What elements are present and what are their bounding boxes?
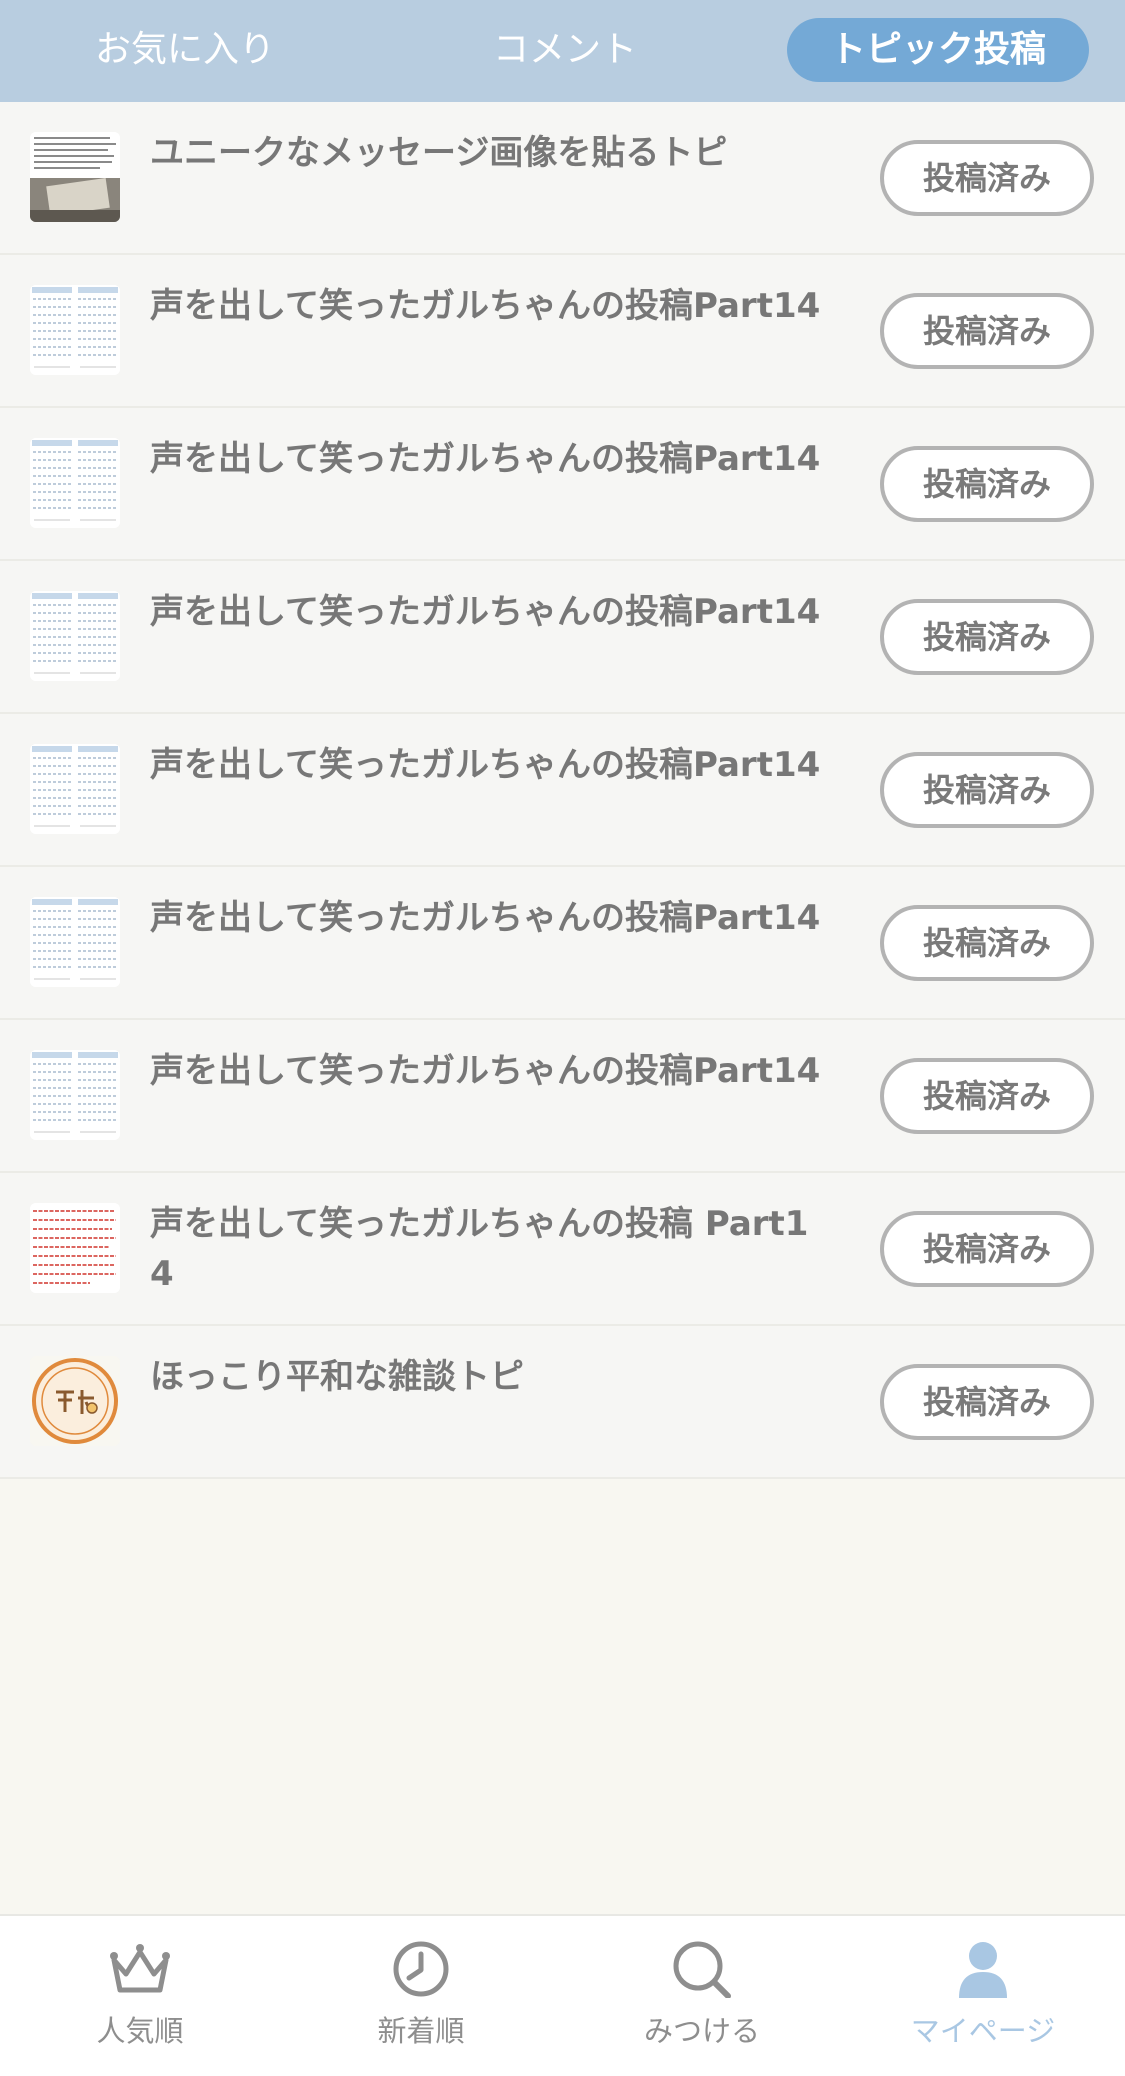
top-tab-bar: お気に入り コメント トピック投稿 xyxy=(0,0,1125,102)
topic-row[interactable]: 声を出して笑ったガルちゃんの投稿Part14 投稿済み xyxy=(0,561,1125,714)
posted-button[interactable]: 投稿済み xyxy=(880,446,1094,522)
clock-icon xyxy=(393,1941,449,1997)
nav-find-label: みつける xyxy=(643,2014,760,2048)
topic-row[interactable]: 声を出して笑ったガルちゃんの投稿Part14 投稿済み xyxy=(0,714,1125,867)
posted-button[interactable]: 投稿済み xyxy=(880,905,1094,981)
nav-popular-label: 人気順 xyxy=(96,2014,184,2048)
nav-mypage-label: マイページ xyxy=(910,2014,1056,2048)
topic-thumbnail xyxy=(30,285,120,375)
topic-thumbnail xyxy=(30,438,120,528)
posted-button[interactable]: 投稿済み xyxy=(880,599,1094,675)
posted-button[interactable]: 投稿済み xyxy=(880,293,1094,369)
posted-button[interactable]: 投稿済み xyxy=(880,1364,1094,1440)
topic-row[interactable]: ユニークなメッセージ画像を貼るトピ 投稿済み xyxy=(0,102,1125,255)
topic-thumbnail xyxy=(30,1203,120,1293)
topic-row[interactable]: ほっこり平和な雑談トピ 投稿済み xyxy=(0,1326,1125,1479)
topic-thumbnail xyxy=(30,1050,120,1140)
bottom-navigation: 人気順 新着順 みつける マイページ xyxy=(0,1914,1125,2076)
topic-thumbnail xyxy=(30,744,120,834)
topic-title[interactable]: 声を出して笑ったガルちゃんの投稿Part14 xyxy=(150,1046,830,1096)
topic-thumbnail xyxy=(30,897,120,987)
topic-row[interactable]: 声を出して笑ったガルちゃんの投稿Part14 投稿済み xyxy=(0,255,1125,408)
topic-title[interactable]: 声を出して笑ったガルちゃんの投稿Part14 xyxy=(150,740,830,790)
topic-title[interactable]: ユニークなメッセージ画像を貼るトピ xyxy=(150,128,830,178)
nav-mypage[interactable]: マイページ xyxy=(873,1940,1093,2060)
search-icon xyxy=(673,1941,731,1998)
tab-comments[interactable]: コメント xyxy=(440,18,690,82)
topic-row[interactable]: 声を出して笑ったガルちゃんの投稿 Part14 投稿済み xyxy=(0,1173,1125,1326)
topic-title[interactable]: 声を出して笑ったガルちゃんの投稿 Part14 xyxy=(150,1199,830,1299)
topic-row[interactable]: 声を出して笑ったガルちゃんの投稿Part14 投稿済み xyxy=(0,1020,1125,1173)
topic-thumbnail xyxy=(30,1356,120,1446)
nav-newest[interactable]: 新着順 xyxy=(311,1940,531,2060)
topic-title[interactable]: 声を出して笑ったガルちゃんの投稿Part14 xyxy=(150,587,830,637)
tab-favorites[interactable]: お気に入り xyxy=(60,18,310,82)
topic-title[interactable]: 声を出して笑ったガルちゃんの投稿Part14 xyxy=(150,893,830,943)
nav-popular[interactable]: 人気順 xyxy=(30,1940,250,2060)
topic-title[interactable]: 声を出して笑ったガルちゃんの投稿Part14 xyxy=(150,281,830,331)
topic-title[interactable]: ほっこり平和な雑談トピ xyxy=(150,1352,830,1402)
crown-icon xyxy=(110,1944,170,1993)
topic-list: ユニークなメッセージ画像を貼るトピ 投稿済み 声を出して笑ったガルちゃんの投稿P… xyxy=(0,102,1125,1479)
posted-button[interactable]: 投稿済み xyxy=(880,752,1094,828)
tab-topic-posts[interactable]: トピック投稿 xyxy=(787,18,1089,82)
topic-row[interactable]: 声を出して笑ったガルちゃんの投稿Part14 投稿済み xyxy=(0,867,1125,1020)
nav-newest-label: 新着順 xyxy=(377,2014,465,2048)
posted-button[interactable]: 投稿済み xyxy=(880,1058,1094,1134)
nav-find[interactable]: みつける xyxy=(592,1940,812,2060)
topic-thumbnail xyxy=(30,132,120,222)
topic-title[interactable]: 声を出して笑ったガルちゃんの投稿Part14 xyxy=(150,434,830,484)
posted-button[interactable]: 投稿済み xyxy=(880,1211,1094,1287)
topic-row[interactable]: 声を出して笑ったガルちゃんの投稿Part14 投稿済み xyxy=(0,408,1125,561)
topic-thumbnail xyxy=(30,591,120,681)
posted-button[interactable]: 投稿済み xyxy=(880,140,1094,216)
person-icon xyxy=(959,1942,1007,1998)
